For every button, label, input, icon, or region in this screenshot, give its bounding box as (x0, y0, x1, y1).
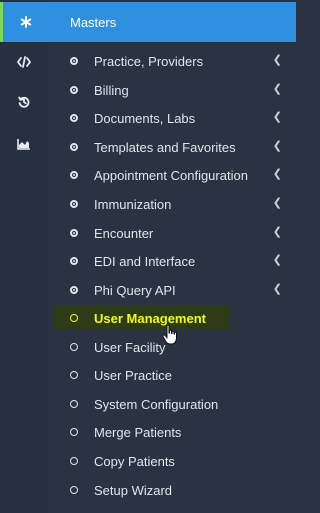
dot-circle-icon (70, 143, 78, 151)
icon-rail (0, 0, 48, 513)
rail-chart-button[interactable] (0, 138, 48, 153)
menu-item-label: Copy Patients (94, 453, 175, 469)
masters-header[interactable]: Masters (48, 2, 296, 42)
circle-icon (70, 343, 78, 351)
hand-pointer-icon (162, 324, 177, 345)
chevron-left-icon: ❮ (272, 254, 282, 266)
menu-group-documents-labs[interactable]: Documents, Labs ❮ (48, 104, 296, 132)
dot-circle-icon (70, 171, 78, 179)
circle-icon (70, 371, 78, 379)
menu-item-label: User Practice (94, 367, 173, 383)
menu-group-immunization[interactable]: Immunization ❮ (48, 190, 296, 218)
menu-group-label: Billing (94, 82, 129, 98)
rail-code-button[interactable] (0, 56, 48, 71)
code-icon (17, 56, 31, 68)
chevron-left-icon: ❮ (272, 168, 282, 180)
menu-group-label: Documents, Labs (94, 110, 196, 126)
menu-item-copy-patients[interactable]: Copy Patients (48, 447, 296, 475)
dot-circle-icon (70, 57, 78, 65)
chevron-left-icon: ❮ (272, 54, 282, 66)
dot-circle-icon (70, 114, 78, 122)
circle-icon (70, 486, 78, 494)
dot-circle-icon (70, 86, 78, 94)
dot-circle-icon (70, 286, 78, 294)
dot-circle-icon (70, 229, 78, 237)
circle-icon (70, 400, 78, 408)
circle-icon (70, 457, 78, 465)
circle-icon (70, 428, 78, 436)
chevron-left-icon: ❮ (272, 111, 282, 123)
circle-icon (70, 314, 78, 322)
menu-group-edi-interface[interactable]: EDI and Interface ❮ (48, 247, 296, 275)
menu-group-encounter[interactable]: Encounter ❮ (48, 219, 296, 247)
dot-circle-icon (70, 257, 78, 265)
menu-item-label: User Management (94, 310, 206, 326)
menu-group-billing[interactable]: Billing ❮ (48, 76, 296, 104)
rail-history-button[interactable] (0, 96, 48, 111)
menu-item-label: System Configuration (94, 396, 219, 412)
menu-group-templates-favorites[interactable]: Templates and Favorites ❮ (48, 133, 296, 161)
menu-group-label: Phi Query API (94, 282, 176, 298)
menu-item-label: User Facility (94, 339, 166, 355)
chevron-left-icon: ❮ (272, 83, 282, 95)
page-title: Masters (70, 14, 117, 30)
menu-group-appointment-configuration[interactable]: Appointment Configuration ❮ (48, 161, 296, 189)
menu-group-practice-providers[interactable]: Practice, Providers ❮ (48, 47, 296, 75)
menu-item-system-configuration[interactable]: System Configuration (48, 390, 296, 418)
chevron-left-icon: ❮ (272, 197, 282, 209)
menu-group-label: Encounter (94, 225, 154, 241)
chevron-left-icon: ❮ (272, 226, 282, 238)
chevron-left-icon: ❮ (272, 140, 282, 152)
menu-item-label: Merge Patients (94, 424, 182, 440)
menu-item-merge-patients[interactable]: Merge Patients (48, 418, 296, 446)
menu-group-label: Immunization (94, 196, 172, 212)
menu-group-label: EDI and Interface (94, 253, 196, 269)
asterisk-icon (20, 16, 31, 28)
history-icon (18, 96, 30, 108)
chevron-left-icon: ❮ (272, 283, 282, 295)
menu-item-label: Setup Wizard (94, 482, 173, 498)
dot-circle-icon (70, 200, 78, 208)
menu-group-phi-query-api[interactable]: Phi Query API ❮ (48, 276, 296, 304)
menu-item-setup-wizard[interactable]: Setup Wizard (48, 476, 296, 504)
rail-masters-button[interactable] (0, 2, 48, 42)
area-chart-icon (17, 139, 30, 150)
menu-group-label: Practice, Providers (94, 53, 204, 69)
menu-item-user-practice[interactable]: User Practice (48, 361, 296, 389)
menu-group-label: Templates and Favorites (94, 139, 236, 155)
menu-group-label: Appointment Configuration (94, 167, 248, 183)
